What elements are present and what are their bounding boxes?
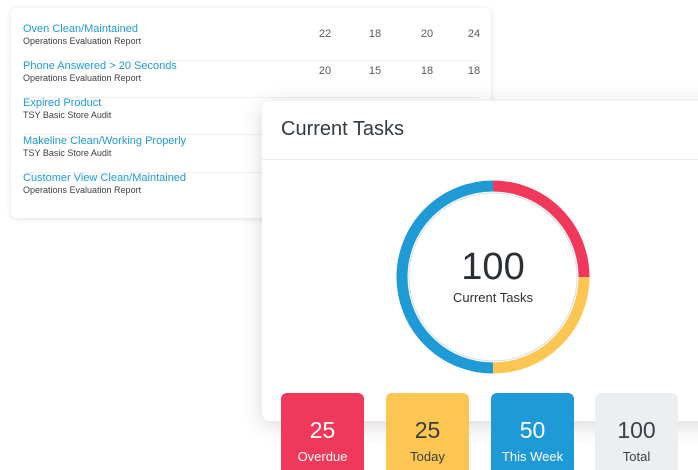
row-subtitle: TSY Basic Store Audit [23, 148, 112, 158]
total-count: 100 [617, 417, 656, 443]
donut-total-value: 100 [461, 246, 525, 288]
row-title-link[interactable]: Phone Answered > 20 Seconds [23, 60, 177, 72]
row-value: 22 [318, 28, 332, 40]
row-subtitle: Operations Evaluation Report [23, 73, 142, 83]
row-value: 24 [467, 28, 481, 40]
row-title-link[interactable]: Expired Product [23, 97, 101, 109]
tasks-donut-chart: 100 Current Tasks [392, 176, 594, 378]
this-week-count: 50 [519, 417, 546, 443]
card-header: Current Tasks [262, 101, 698, 160]
overdue-label: Overdue [297, 449, 348, 464]
overdue-count: 25 [309, 417, 336, 443]
today-count: 25 [414, 417, 441, 443]
donut-total-label: Current Tasks [453, 290, 533, 305]
table-row[interactable]: Oven Clean/Maintained Operations Evaluat… [23, 23, 480, 61]
row-value: 15 [368, 65, 382, 77]
row-subtitle: Operations Evaluation Report [23, 185, 142, 195]
row-title-link[interactable]: Customer View Clean/Maintained [23, 172, 186, 184]
total-label: Total [622, 449, 651, 464]
row-subtitle: TSY Basic Store Audit [23, 110, 112, 120]
total-tile[interactable]: 100 Total [595, 393, 678, 470]
table-row[interactable]: Phone Answered > 20 Seconds Operations E… [23, 60, 480, 98]
row-subtitle: Operations Evaluation Report [23, 36, 142, 46]
overdue-tile[interactable]: 25 Overdue [281, 393, 364, 470]
this-week-label: This Week [501, 449, 564, 464]
today-label: Today [410, 449, 445, 464]
row-title-link[interactable]: Oven Clean/Maintained [23, 23, 138, 35]
row-value: 18 [467, 65, 481, 77]
row-value: 18 [368, 28, 382, 40]
current-tasks-card: Current Tasks 100 Current Tasks [262, 101, 698, 421]
today-tile[interactable]: 25 Today [386, 393, 469, 470]
row-title-link[interactable]: Makeline Clean/Working Properly [23, 135, 186, 147]
row-value: 20 [318, 65, 332, 77]
row-value: 18 [420, 65, 434, 77]
this-week-tile[interactable]: 50 This Week [491, 393, 574, 470]
card-title: Current Tasks [281, 118, 405, 140]
row-value: 20 [420, 28, 434, 40]
